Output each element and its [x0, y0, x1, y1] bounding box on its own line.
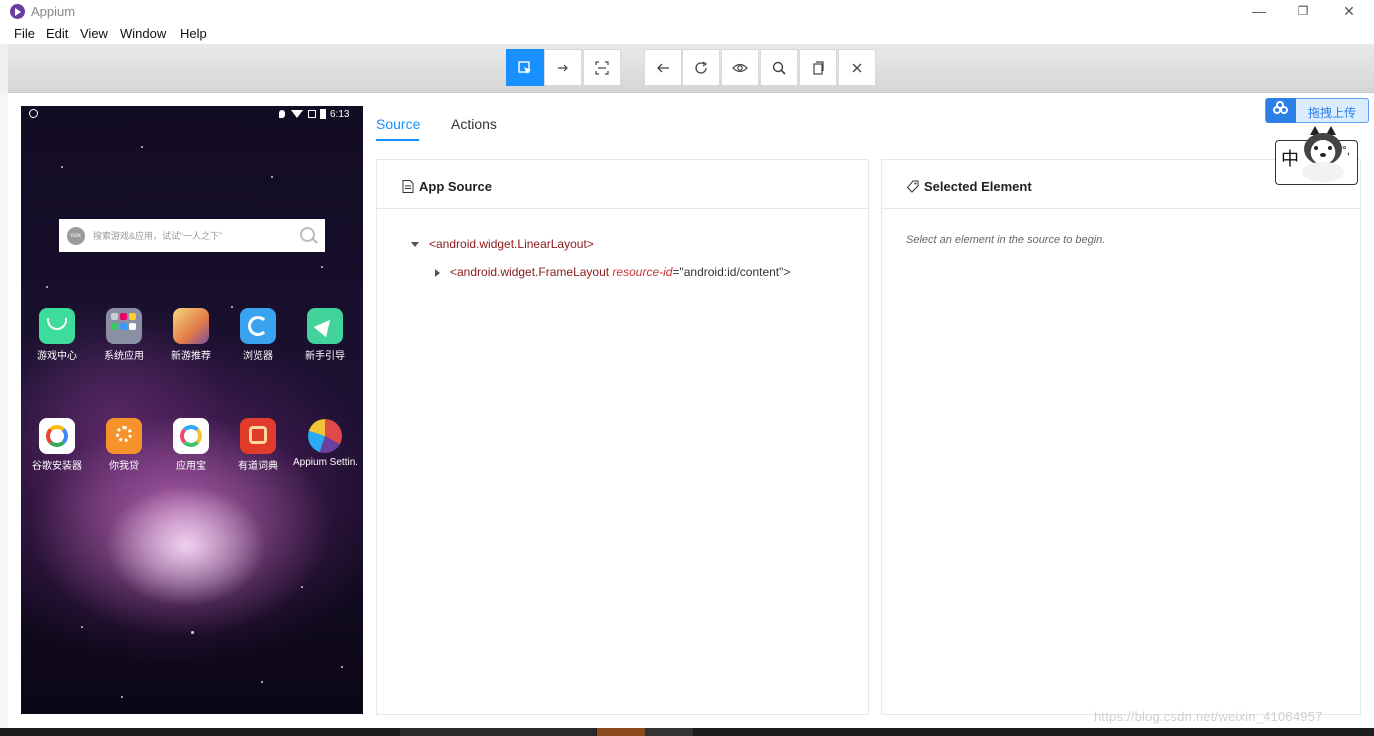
search-icon: [300, 227, 315, 242]
select-arrow-icon: [518, 60, 531, 74]
app-google-installer[interactable]: 谷歌安装器: [25, 418, 89, 472]
upload-label: 拖拽上传: [1308, 106, 1357, 120]
app-game-center[interactable]: 游戏中心: [25, 308, 89, 362]
active-tab-indicator: [376, 139, 419, 141]
appium-logo-icon: [10, 4, 25, 19]
swipe-button[interactable]: [544, 49, 582, 86]
back-button[interactable]: [644, 49, 682, 86]
refresh-button[interactable]: [682, 49, 720, 86]
menu-file[interactable]: File: [14, 26, 35, 41]
app-niwodai[interactable]: 你我贷: [92, 418, 156, 472]
tree-node-framelayout[interactable]: <android.widget.FrameLayout resource-id=…: [435, 265, 790, 279]
app-appium-settings[interactable]: Appium Settin..: [293, 418, 357, 468]
niwodai-icon: [106, 418, 142, 454]
yingyongbao-icon: [173, 418, 209, 454]
quit-session-button[interactable]: [838, 49, 876, 86]
copy-xml-button[interactable]: [799, 49, 837, 86]
inspector-tabs: Source Actions: [376, 106, 866, 142]
left-edge: [0, 93, 8, 736]
tree-node-linearlayout[interactable]: <android.widget.LinearLayout>: [411, 237, 594, 251]
selected-element-panel: Selected Element Select an element in th…: [881, 159, 1361, 715]
copy-icon: [813, 60, 824, 75]
taskbar: [0, 728, 1374, 736]
menu-view[interactable]: View: [80, 26, 108, 41]
expand-caret-icon[interactable]: [411, 242, 419, 248]
app-beginner-guide[interactable]: 新手引导: [293, 308, 357, 362]
minimize-button[interactable]: —: [1236, 0, 1282, 24]
send-icon: [307, 308, 343, 344]
device-search-bar[interactable]: nox 搜索游戏&应用，试试“一人之下”: [59, 219, 325, 252]
game-center-icon: [39, 308, 75, 344]
nox-status-icon: [29, 109, 38, 118]
restore-button[interactable]: ❐: [1280, 0, 1326, 24]
file-icon: [402, 180, 414, 193]
close-window-button[interactable]: ✕: [1326, 0, 1372, 24]
nox-logo-icon: nox: [67, 227, 85, 245]
search-icon: [772, 61, 786, 75]
select-elements-button[interactable]: [506, 49, 544, 86]
record-button[interactable]: [721, 49, 759, 86]
app-yingyongbao[interactable]: 应用宝: [159, 418, 223, 472]
browser-icon: [240, 308, 276, 344]
search-elements-button[interactable]: [760, 49, 798, 86]
device-status-bar: 6:13: [21, 106, 363, 124]
app-system-apps[interactable]: 系统应用: [92, 308, 156, 362]
ime-mode-char: 中: [1281, 149, 1299, 169]
signal-icon: [308, 110, 316, 118]
eye-icon: [732, 63, 748, 72]
tag-icon: [907, 180, 919, 193]
menu-bar: File Edit View Window Help: [0, 24, 1374, 44]
tab-source[interactable]: Source: [376, 116, 420, 132]
drag-upload-button[interactable]: 拖拽上传: [1265, 98, 1369, 123]
menu-help[interactable]: Help: [180, 26, 207, 41]
title-bar: Appium — ❐ ✕: [0, 0, 1374, 24]
back-arrow-icon: [657, 63, 669, 72]
google-icon: [39, 418, 75, 454]
device-search-placeholder: 搜索游戏&应用，试试“一人之下”: [93, 231, 222, 241]
husky-mascot-icon: [1298, 124, 1348, 182]
csdn-watermark: https://blog.csdn.net/weixin_41064957: [1094, 709, 1323, 724]
device-clock: 6:13: [330, 109, 350, 120]
new-games-icon: [173, 308, 209, 344]
scan-icon: [595, 60, 609, 75]
app-new-games[interactable]: 新游推荐: [159, 308, 223, 362]
appium-settings-icon: [307, 418, 343, 454]
wifi-icon: [291, 110, 303, 118]
tap-button[interactable]: [583, 49, 621, 86]
app-youdao-dict[interactable]: 有道词典: [226, 418, 290, 472]
device-screenshot[interactable]: 6:13 nox 搜索游戏&应用，试试“一人之下” 游戏中心 系统应用 新游推荐…: [21, 106, 363, 714]
youdao-icon: [240, 418, 276, 454]
cloud-icon: [1266, 98, 1296, 123]
app-source-header: App Source: [377, 160, 868, 209]
app-source-title: App Source: [419, 179, 492, 194]
selected-element-hint: Select an element in the source to begin…: [906, 234, 1106, 246]
refresh-icon: [695, 60, 708, 74]
app-browser[interactable]: 浏览器: [226, 308, 290, 362]
menu-window[interactable]: Window: [120, 26, 166, 41]
folder-icon: [106, 308, 142, 344]
close-icon: [852, 63, 862, 72]
app-source-panel: App Source <android.widget.LinearLayout>…: [376, 159, 869, 715]
location-icon: [279, 110, 285, 118]
window-title: Appium: [31, 4, 76, 19]
arrow-right-icon: [558, 64, 568, 71]
tab-actions[interactable]: Actions: [451, 116, 497, 132]
selected-element-title: Selected Element: [924, 179, 1032, 194]
collapse-caret-icon[interactable]: [435, 268, 440, 277]
menu-edit[interactable]: Edit: [46, 26, 68, 41]
inspector-toolbar: [8, 44, 1374, 93]
battery-icon: [320, 109, 326, 119]
